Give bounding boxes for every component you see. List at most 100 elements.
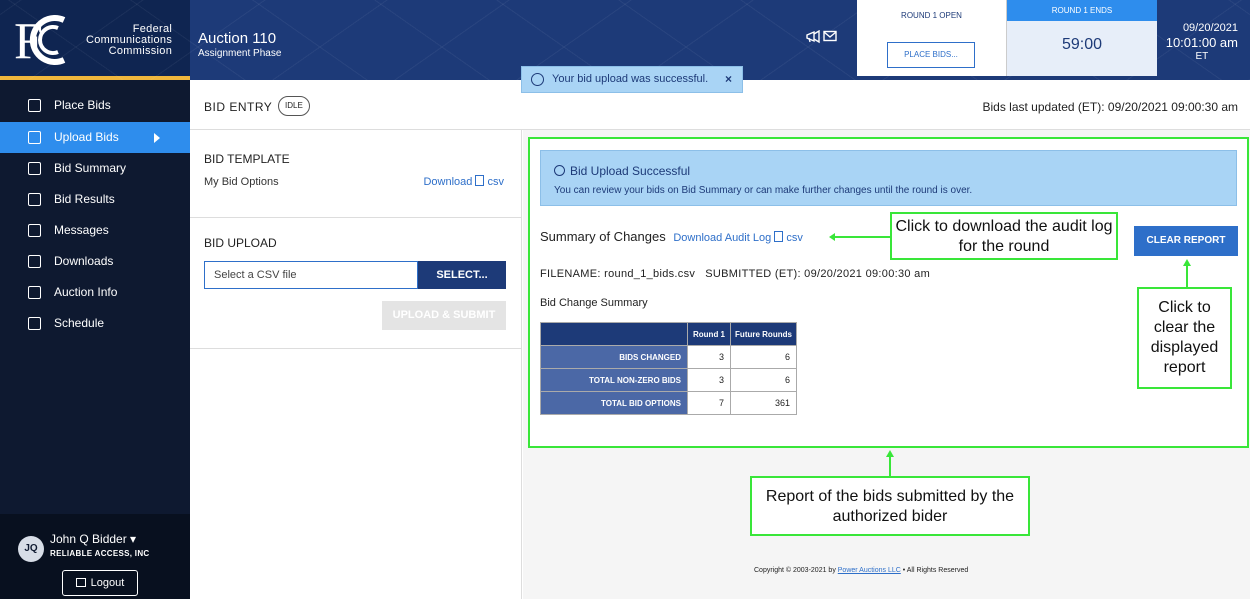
filename-value: round_1_bids.csv <box>604 268 696 280</box>
table-row: TOTAL NON-ZERO BIDS 3 6 <box>540 368 797 392</box>
table-row: BIDS CHANGED 3 6 <box>540 345 797 369</box>
bid-change-summary-title: Bid Change Summary <box>540 297 648 309</box>
file-info: FILENAME: round_1_bids.csv SUBMITTED (ET… <box>540 268 930 280</box>
sidebar-item-auction-info[interactable]: Auction Info <box>0 277 190 308</box>
sidebar-item-label: Auction Info <box>54 285 118 299</box>
agency-line-3: Commission <box>108 45 173 57</box>
summary-title: Summary of Changes <box>540 229 666 244</box>
audit-log-callout-line <box>834 236 890 238</box>
sidebar-item-label: Messages <box>54 223 109 237</box>
download-icon <box>28 255 41 268</box>
table-cell: 3 <box>687 368 731 392</box>
upload-success-toast: Your bid upload was successful. × <box>521 66 743 93</box>
round-status: ROUND 1 OPEN <box>901 11 962 20</box>
clear-report-callout: Click to clear the displayed report <box>1137 287 1232 389</box>
auction-title: Auction 110 <box>198 30 277 47</box>
sidebar-item-bid-summary[interactable]: Bid Summary <box>0 153 190 184</box>
table-cell: 6 <box>730 345 797 369</box>
megaphone-icon[interactable] <box>805 30 821 44</box>
table-cell: 3 <box>687 345 731 369</box>
sidebar-item-label: Upload Bids <box>54 130 119 144</box>
sidebar-item-place-bids[interactable]: Place Bids <box>0 90 190 121</box>
toast-message: Your bid upload was successful. <box>552 73 709 85</box>
csv-label: csv <box>487 176 505 188</box>
csv-file-input[interactable]: Select a CSV file <box>204 261 418 289</box>
bid-upload-title: BID UPLOAD <box>204 236 277 250</box>
select-file-button[interactable]: SELECT... <box>418 261 506 289</box>
upload-submit-button[interactable]: UPLOAD & SUBMIT <box>382 301 506 330</box>
row-header: BIDS CHANGED <box>540 345 688 369</box>
clear-report-button[interactable]: CLEAR REPORT <box>1134 226 1238 256</box>
page-title: BID ENTRY <box>204 100 273 114</box>
arrow-up-icon <box>1183 259 1191 266</box>
round-timer: 59:00 <box>1007 21 1157 76</box>
bid-upload-section: BID UPLOAD Select a CSV file SELECT... U… <box>190 218 522 349</box>
audit-csv-label: csv <box>786 232 803 244</box>
sidebar-item-label: Bid Summary <box>54 161 127 175</box>
filename-label: FILENAME: <box>540 268 601 280</box>
download-template-link[interactable]: Download csv <box>423 175 504 188</box>
check-circle-icon <box>531 73 544 86</box>
submitted-label: SUBMITTED (ET): <box>705 268 801 280</box>
round-ends-label: ROUND 1 ENDS <box>1007 0 1157 21</box>
sidebar-item-bid-results[interactable]: Bid Results <box>0 184 190 215</box>
bid-entry-panel: BID TEMPLATE My Bid Options Download csv… <box>190 130 522 599</box>
audit-log-callout: Click to download the audit log for the … <box>890 212 1118 260</box>
download-label: Download <box>423 176 473 188</box>
user-block: JQ John Q Bidder ▾ RELIABLE ACCESS, INC … <box>0 514 190 599</box>
arrow-up-icon <box>886 450 894 457</box>
copyright-footer: Copyright © 2003-2021 by Power Auctions … <box>754 567 968 574</box>
sidebar: Place Bids Upload Bids Bid Summary Bid R… <box>0 80 190 599</box>
column-header-round-1: Round 1 <box>687 322 731 346</box>
check-circle-icon <box>554 165 565 176</box>
sidebar-item-upload-bids[interactable]: Upload Bids <box>0 122 190 153</box>
table-cell: 7 <box>687 391 731 415</box>
table-corner <box>540 322 688 346</box>
row-header: TOTAL BID OPTIONS <box>540 391 688 415</box>
bid-results-icon <box>28 193 41 206</box>
bid-options-label: My Bid Options <box>204 176 279 188</box>
calendar-icon <box>28 317 41 330</box>
power-auctions-link[interactable]: Power Auctions LLC <box>838 567 901 574</box>
place-bids-button[interactable]: PLACE BIDS... <box>887 42 975 68</box>
download-audit-log-link[interactable]: Download Audit Log csv <box>673 231 803 244</box>
table-cell: 6 <box>730 368 797 392</box>
table-header-row: Round 1 Future Rounds <box>540 322 797 346</box>
clear-callout-line <box>1186 264 1188 287</box>
user-company: RELIABLE ACCESS, INC <box>50 549 150 558</box>
mail-icon[interactable] <box>823 30 837 42</box>
column-header-future-rounds: Future Rounds <box>730 322 797 346</box>
user-name-dropdown[interactable]: John Q Bidder ▾ <box>50 532 136 546</box>
round-status-panel: ROUND 1 OPEN PLACE BIDS... <box>857 0 1007 76</box>
csv-file-icon <box>774 231 784 242</box>
current-date: 09/20/2021 <box>1182 22 1238 34</box>
logout-label: Logout <box>90 577 125 589</box>
close-icon[interactable]: × <box>725 67 732 92</box>
bid-summary-icon <box>28 162 41 175</box>
sidebar-item-label: Schedule <box>54 316 105 330</box>
logout-button[interactable]: Logout <box>62 570 138 596</box>
upload-success-alert: Bid Upload Successful You can review you… <box>540 150 1237 206</box>
timezone: ET <box>1195 51 1209 62</box>
logout-icon <box>75 578 86 587</box>
sidebar-item-schedule[interactable]: Schedule <box>0 308 190 339</box>
sidebar-item-label: Place Bids <box>54 98 111 112</box>
copyright-prefix: Copyright © 2003-2021 by <box>754 567 838 574</box>
caret-right-icon <box>154 133 160 143</box>
row-header: TOTAL NON-ZERO BIDS <box>540 368 688 392</box>
round-ends-panel: ROUND 1 ENDS 59:00 <box>1007 0 1157 76</box>
datetime-display: 09/20/2021 10:01:00 am ET <box>1166 22 1238 62</box>
bid-template-section: BID TEMPLATE My Bid Options Download csv <box>190 130 522 218</box>
copyright-suffix: • All Rights Reserved <box>900 567 969 574</box>
sidebar-item-messages[interactable]: Messages <box>0 215 190 246</box>
arrow-left-icon <box>829 233 835 241</box>
alert-title: Bid Upload Successful <box>570 164 691 178</box>
info-doc-icon <box>28 286 41 299</box>
bids-last-updated: Bids last updated (ET): 09/20/2021 09:00… <box>982 100 1239 114</box>
sidebar-item-label: Downloads <box>54 254 114 268</box>
bid-template-title: BID TEMPLATE <box>204 152 290 166</box>
sidebar-item-downloads[interactable]: Downloads <box>0 246 190 277</box>
fcc-logo-icon: F <box>14 14 66 66</box>
gavel-icon <box>28 99 41 112</box>
csv-file-icon <box>475 175 485 186</box>
